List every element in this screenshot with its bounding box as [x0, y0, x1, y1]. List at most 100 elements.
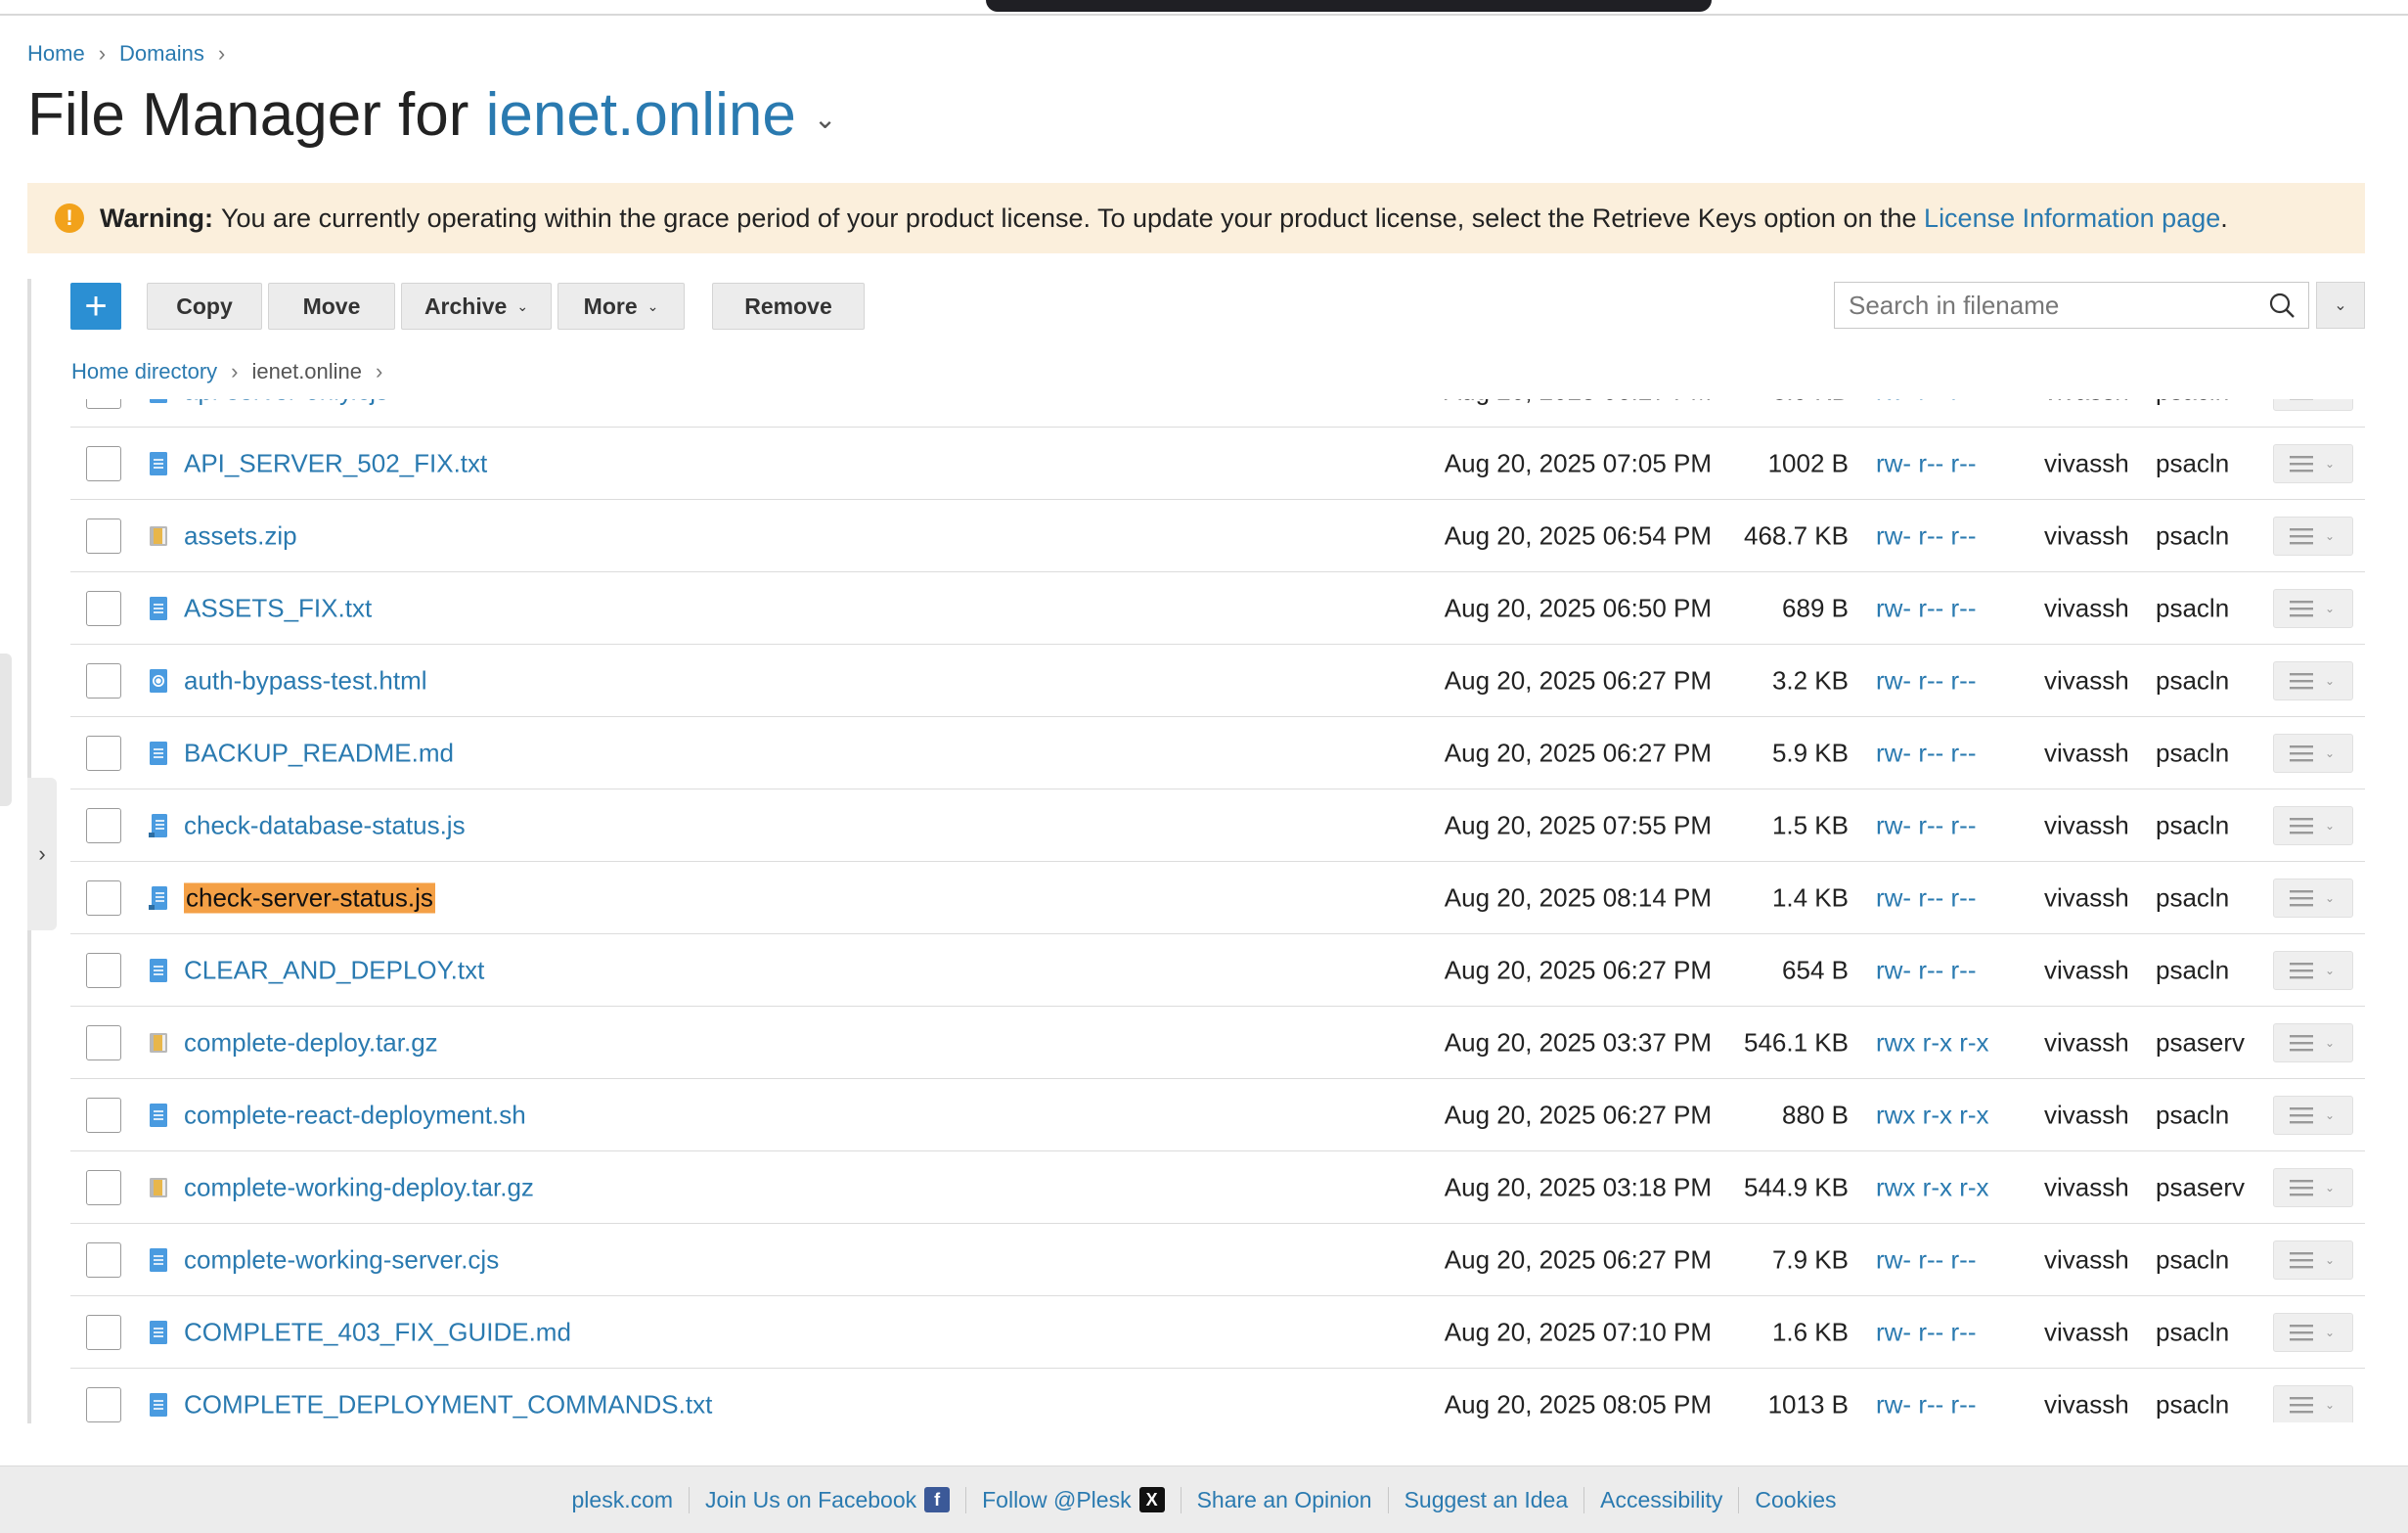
footer-link-opinion[interactable]: Share an Opinion: [1180, 1486, 1388, 1513]
row-actions-button[interactable]: ⌄: [2273, 1167, 2353, 1207]
row-actions-button[interactable]: ⌄: [2273, 1095, 2353, 1135]
permissions-link[interactable]: rwx r-x r-x: [1876, 1172, 1989, 1202]
license-info-link[interactable]: License Information page: [1924, 203, 2220, 234]
copy-button[interactable]: Copy: [147, 283, 262, 330]
row-actions-button[interactable]: ⌄: [2273, 1240, 2353, 1280]
file-name-link[interactable]: check-server-status.js: [184, 882, 435, 913]
permissions-link[interactable]: rwx r-x r-x: [1876, 1027, 1989, 1058]
row-actions-button[interactable]: ⌄: [2273, 805, 2353, 845]
permissions-link[interactable]: rw- r-- r--: [1876, 1389, 1977, 1420]
row-actions-button[interactable]: ⌄: [2273, 516, 2353, 556]
move-button[interactable]: Move: [268, 283, 395, 330]
current-directory[interactable]: ienet.online: [251, 359, 362, 384]
file-row[interactable]: COMPLETE_403_FIX_GUIDE.md Aug 20, 2025 07…: [70, 1296, 2365, 1369]
row-actions-button[interactable]: ⌄: [2273, 660, 2353, 700]
row-checkbox[interactable]: [86, 518, 121, 554]
row-checkbox[interactable]: [86, 399, 121, 409]
footer-link-accessibility[interactable]: Accessibility: [1583, 1486, 1738, 1513]
search-icon[interactable]: [2267, 291, 2297, 320]
row-checkbox[interactable]: [86, 807, 121, 843]
file-row[interactable]: ASSETS_FIX.txt Aug 20, 2025 06:50 PM 689 B…: [70, 572, 2365, 645]
file-name-link[interactable]: api-server-only.cjs: [184, 399, 388, 406]
row-actions-button[interactable]: ⌄: [2273, 950, 2353, 990]
file-row[interactable]: complete-deploy.tar.gz Aug 20, 2025 03:37…: [70, 1007, 2365, 1079]
file-row[interactable]: CLEAR_AND_DEPLOY.txt Aug 20, 2025 06:27 P…: [70, 934, 2365, 1007]
footer-link-cookies[interactable]: Cookies: [1738, 1486, 1851, 1513]
permissions-link[interactable]: rw- r-- r--: [1876, 665, 1977, 696]
permissions-link[interactable]: rw- r-- r--: [1876, 448, 1977, 478]
file-row[interactable]: check-database-status.js Aug 20, 2025 07:…: [70, 789, 2365, 862]
more-button[interactable]: More ⌄: [557, 283, 685, 330]
row-actions-button[interactable]: ⌄: [2273, 733, 2353, 773]
chevron-down-icon[interactable]: ⌄: [814, 104, 836, 134]
file-row[interactable]: API_SERVER_502_FIX.txt Aug 20, 2025 07:05…: [70, 428, 2365, 500]
file-name-link[interactable]: complete-working-server.cjs: [184, 1244, 499, 1275]
footer-link-facebook[interactable]: Join Us on Facebook f: [689, 1486, 965, 1513]
footer-link-idea[interactable]: Suggest an Idea: [1387, 1486, 1584, 1513]
row-checkbox[interactable]: [86, 445, 121, 481]
search-input[interactable]: Search in filename: [1834, 282, 2309, 329]
row-actions-button[interactable]: ⌄: [2273, 399, 2353, 411]
file-row[interactable]: auth-bypass-test.html Aug 20, 2025 06:27 …: [70, 645, 2365, 717]
file-name-link[interactable]: API_SERVER_502_FIX.txt: [184, 448, 487, 478]
file-row[interactable]: complete-working-server.cjs Aug 20, 2025 …: [70, 1224, 2365, 1296]
remove-button[interactable]: Remove: [712, 283, 865, 330]
domain-switcher[interactable]: ienet.online: [486, 81, 796, 149]
permissions-link[interactable]: rw- r-- r--: [1876, 593, 1977, 623]
file-row[interactable]: assets.zip Aug 20, 2025 06:54 PM 468.7 KB r…: [70, 500, 2365, 572]
row-checkbox[interactable]: [86, 952, 121, 988]
file-row[interactable]: COMPLETE_DEPLOYMENT_COMMANDS.txt Aug 20, …: [70, 1369, 2365, 1422]
home-directory-link[interactable]: Home directory: [71, 359, 217, 384]
footer-link-x[interactable]: Follow @Plesk X: [965, 1486, 1180, 1513]
file-name-link[interactable]: auth-bypass-test.html: [184, 665, 427, 696]
file-name-link[interactable]: BACKUP_README.md: [184, 738, 454, 768]
search-options-button[interactable]: ⌄: [2316, 282, 2365, 329]
file-row[interactable]: complete-working-deploy.tar.gz Aug 20, 20…: [70, 1151, 2365, 1224]
file-row[interactable]: complete-react-deployment.sh Aug 20, 2025…: [70, 1079, 2365, 1151]
permissions-link[interactable]: rw- r-- r--: [1876, 882, 1977, 913]
permissions-link[interactable]: rw- r-- r--: [1876, 955, 1977, 985]
row-checkbox[interactable]: [86, 662, 121, 699]
permissions-link[interactable]: rw- r-- r--: [1876, 738, 1977, 768]
file-name-link[interactable]: COMPLETE_403_FIX_GUIDE.md: [184, 1317, 571, 1347]
breadcrumb-home[interactable]: Home: [27, 41, 85, 67]
row-checkbox[interactable]: [86, 590, 121, 626]
file-name-link[interactable]: complete-deploy.tar.gz: [184, 1027, 438, 1058]
file-name-link[interactable]: complete-working-deploy.tar.gz: [184, 1172, 534, 1202]
row-checkbox[interactable]: [86, 1097, 121, 1133]
file-row[interactable]: check-server-status.js Aug 20, 2025 08:14…: [70, 862, 2365, 934]
row-checkbox[interactable]: [86, 879, 121, 916]
row-actions-button[interactable]: ⌄: [2273, 588, 2353, 628]
row-actions-button[interactable]: ⌄: [2273, 1384, 2353, 1422]
permissions-link[interactable]: rw- r-- r--: [1876, 399, 1977, 406]
permissions-link[interactable]: rw- r-- r--: [1876, 810, 1977, 840]
file-name-link[interactable]: CLEAR_AND_DEPLOY.txt: [184, 955, 484, 985]
row-checkbox[interactable]: [86, 1024, 121, 1060]
row-actions-button[interactable]: ⌄: [2273, 1312, 2353, 1352]
permissions-link[interactable]: rwx r-x r-x: [1876, 1100, 1989, 1130]
row-actions-button[interactable]: ⌄: [2273, 443, 2353, 483]
row-checkbox[interactable]: [86, 735, 121, 771]
file-name-link[interactable]: COMPLETE_DEPLOYMENT_COMMANDS.txt: [184, 1389, 712, 1420]
row-checkbox[interactable]: [86, 1241, 121, 1278]
permissions-link[interactable]: rw- r-- r--: [1876, 1244, 1977, 1275]
side-panel-handle[interactable]: [0, 654, 12, 806]
row-checkbox[interactable]: [86, 1314, 121, 1350]
file-row[interactable]: api-server-only.cjs Aug 20, 2025 06:27 PM…: [70, 399, 2365, 428]
row-checkbox[interactable]: [86, 1169, 121, 1205]
permissions-link[interactable]: rw- r-- r--: [1876, 520, 1977, 551]
footer-link-plesk[interactable]: plesk.com: [557, 1487, 690, 1513]
permissions-link[interactable]: rw- r-- r--: [1876, 1317, 1977, 1347]
row-checkbox[interactable]: [86, 1386, 121, 1422]
breadcrumb-domains[interactable]: Domains: [119, 41, 204, 67]
expand-sidebar-button[interactable]: ›: [27, 778, 57, 930]
file-name-link[interactable]: ASSETS_FIX.txt: [184, 593, 372, 623]
archive-button[interactable]: Archive ⌄: [401, 283, 552, 330]
row-actions-button[interactable]: ⌄: [2273, 878, 2353, 918]
file-name-link[interactable]: complete-react-deployment.sh: [184, 1100, 526, 1130]
add-button[interactable]: +: [70, 283, 121, 330]
file-name-link[interactable]: check-database-status.js: [184, 810, 466, 840]
row-actions-button[interactable]: ⌄: [2273, 1022, 2353, 1062]
file-name-link[interactable]: assets.zip: [184, 520, 297, 551]
file-row[interactable]: BACKUP_README.md Aug 20, 2025 06:27 PM 5.9…: [70, 717, 2365, 789]
